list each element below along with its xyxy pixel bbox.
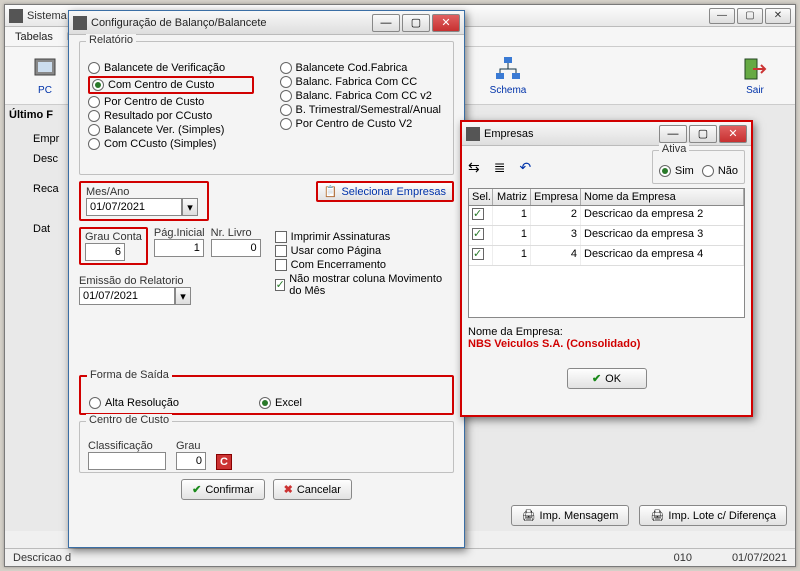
mesano-label: Mes/Ano — [86, 186, 202, 198]
dat-label: Dat — [33, 223, 50, 235]
relatorio-group: Relatório Balancete de Verificação Com C… — [79, 41, 454, 175]
row-checkbox[interactable] — [472, 248, 484, 260]
app-icon — [9, 9, 23, 23]
imp-lote-button[interactable]: 🖨 Imp. Lote c/ Diferença — [639, 505, 787, 526]
cc-grau-input[interactable] — [176, 452, 206, 470]
centro-custo-group: Centro de Custo Classificação Grau C — [79, 421, 454, 473]
empresas-maximize-button[interactable]: ▢ — [689, 125, 717, 143]
emissao-input[interactable] — [79, 287, 175, 305]
cc-clear-button[interactable]: C — [216, 454, 232, 470]
undo-icon[interactable]: ↶ — [519, 159, 531, 176]
check-icon: ✔ — [192, 483, 201, 496]
main-minimize-button[interactable]: — — [709, 8, 735, 24]
pag-inicial-input[interactable] — [154, 239, 204, 257]
chk-com-encerramento[interactable] — [275, 259, 287, 271]
grid-row[interactable]: 1 3 Descricao da empresa 3 — [469, 226, 744, 246]
chk-nao-mostrar-coluna[interactable] — [275, 279, 286, 291]
list-icon[interactable]: ≣ — [494, 159, 506, 176]
config-minimize-button[interactable]: — — [372, 14, 400, 32]
check-icon: ✔ — [592, 372, 601, 385]
config-dialog: Configuração de Balanço/Balancete — ▢ ✕ … — [68, 10, 465, 548]
empresas-titlebar: Empresas — ▢ ✕ — [462, 122, 751, 146]
empresas-close-button[interactable]: ✕ — [719, 125, 747, 143]
row-checkbox[interactable] — [472, 228, 484, 240]
grau-conta-input[interactable] — [85, 243, 125, 261]
statusbar: Descricao d 010 01/07/2021 — [5, 548, 795, 566]
radio-resultado-ccusto[interactable] — [88, 110, 100, 122]
main-close-button[interactable]: ✕ — [765, 8, 791, 24]
main-maximize-button[interactable]: ▢ — [737, 8, 763, 24]
nr-livro-input[interactable] — [211, 239, 261, 257]
radio-alta-resolucao[interactable] — [89, 397, 101, 409]
radio-ativa-sim[interactable] — [659, 165, 671, 177]
empresas-dialog: Empresas — ▢ ✕ ⇆ ≣ ↶ Ativa Sim Não Sel. … — [460, 120, 753, 417]
schema-icon — [494, 55, 522, 83]
config-title: Configuração de Balanço/Balancete — [91, 17, 370, 29]
swap-icon[interactable]: ⇆ — [468, 159, 480, 176]
status-year: 010 — [674, 552, 692, 564]
menu-tabelas[interactable]: Tabelas — [15, 31, 53, 43]
status-date: 01/07/2021 — [732, 552, 787, 564]
nome-empresa-label: Nome da Empresa: — [468, 326, 745, 338]
pc-icon — [31, 55, 59, 83]
radio-balanc-fabrica-cc[interactable] — [280, 76, 292, 88]
toolbar-schema[interactable]: Schema — [482, 55, 534, 96]
imp-mensagem-button[interactable]: 🖨 Imp. Mensagem — [511, 505, 630, 526]
radio-ativa-nao[interactable] — [702, 165, 714, 177]
select-icon: 📋 — [324, 185, 338, 198]
radio-balanc-fabrica-cc-v2[interactable] — [280, 90, 292, 102]
radio-por-centro-custo-v2[interactable] — [280, 118, 292, 130]
toolbar-pc[interactable]: PC — [19, 55, 71, 96]
ultimo-label: Último F — [9, 109, 53, 121]
row-checkbox[interactable] — [472, 208, 484, 220]
radio-com-centro-custo[interactable] — [92, 79, 104, 91]
radio-balancete-simples[interactable] — [88, 124, 100, 136]
cc-grau-label: Grau — [176, 440, 206, 452]
mesano-dropdown-button[interactable]: ▾ — [182, 198, 198, 216]
chk-imprimir-assinaturas[interactable] — [275, 231, 287, 243]
radio-balancete-codfabrica[interactable] — [280, 62, 292, 74]
x-icon: ✖ — [284, 483, 293, 496]
emissao-label: Emissão do Relatorio — [79, 275, 261, 287]
exit-icon — [741, 55, 769, 83]
grau-conta-label: Grau Conta — [85, 231, 142, 243]
config-close-button[interactable]: ✕ — [432, 14, 460, 32]
config-titlebar: Configuração de Balanço/Balancete — ▢ ✕ — [69, 11, 464, 35]
chk-usar-como-pagina[interactable] — [275, 245, 287, 257]
radio-por-centro-custo[interactable] — [88, 96, 100, 108]
classificacao-input[interactable] — [88, 452, 166, 470]
toolbar-sair[interactable]: Sair — [729, 55, 781, 96]
printer-icon: 🖨 — [522, 509, 536, 522]
pag-inicial-label: Pág.Inicial — [154, 227, 205, 239]
radio-excel[interactable] — [259, 397, 271, 409]
radio-com-ccusto-simples[interactable] — [88, 138, 100, 150]
empresas-ok-button[interactable]: ✔ OK — [567, 368, 647, 389]
nome-empresa-value: NBS Veiculos S.A. (Consolidado) — [468, 338, 745, 350]
empresas-grid: Sel. Matriz Empresa Nome da Empresa 1 2 … — [468, 188, 745, 318]
radio-balancete-verificacao[interactable] — [88, 62, 100, 74]
empresas-minimize-button[interactable]: — — [659, 125, 687, 143]
confirmar-button[interactable]: ✔Confirmar — [181, 479, 265, 500]
empresas-title: Empresas — [484, 128, 657, 140]
config-maximize-button[interactable]: ▢ — [402, 14, 430, 32]
forma-saida-group: Forma de Saída Alta Resolução Excel — [79, 375, 454, 415]
status-desc: Descricao d — [13, 552, 71, 564]
grid-row[interactable]: 1 2 Descricao da empresa 2 — [469, 206, 744, 226]
nr-livro-label: Nr. Livro — [211, 227, 261, 239]
radio-trimestral[interactable] — [280, 104, 292, 116]
grid-row[interactable]: 1 4 Descricao da empresa 4 — [469, 246, 744, 266]
printer-icon: 🖨 — [650, 509, 664, 522]
mesano-input[interactable] — [86, 198, 182, 216]
cancelar-button[interactable]: ✖Cancelar — [273, 479, 352, 500]
emp-label: Empr — [33, 133, 59, 145]
reca-label: Reca — [33, 183, 59, 195]
grid-header: Sel. Matriz Empresa Nome da Empresa — [469, 189, 744, 206]
emissao-dropdown-button[interactable]: ▾ — [175, 287, 191, 305]
selecionar-empresas-button[interactable]: 📋 Selecionar Empresas — [316, 181, 454, 202]
classificacao-label: Classificação — [88, 440, 166, 452]
empresas-icon — [466, 127, 480, 141]
dialog-icon — [73, 16, 87, 30]
desc-label: Desc — [33, 153, 58, 165]
